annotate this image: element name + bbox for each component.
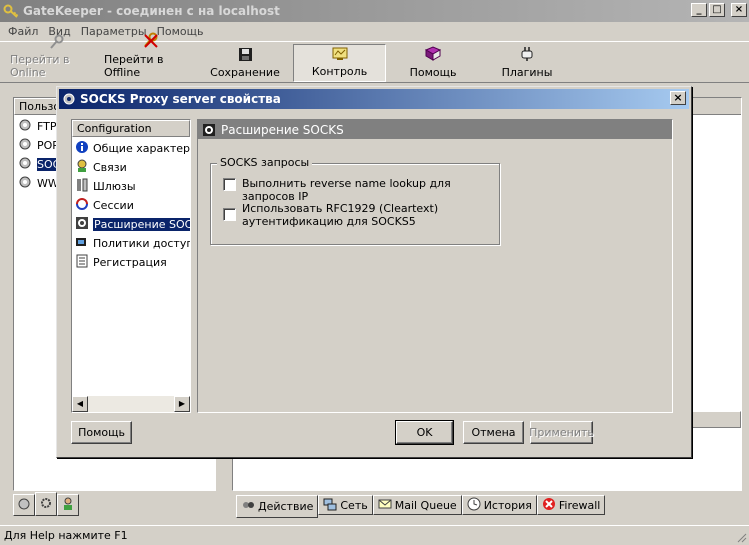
key-icon [48,34,66,50]
scroll-left-icon[interactable]: ◀ [72,396,88,412]
network-icon [323,497,337,514]
goto-offline-label: Перейти в Offline [104,53,164,79]
envelope-icon [378,498,392,513]
window-title: GateKeeper - соединен с на localhost [23,4,280,18]
tab-action[interactable]: Действие [236,495,319,518]
socks-extension-icon [202,123,216,137]
menu-file[interactable]: Файл [3,25,43,38]
tree-horizontal-scrollbar[interactable]: ◀ ▶ [72,396,190,412]
save-label: Сохранение [210,66,280,79]
log-document-icon [75,254,89,271]
socks-icon [62,92,76,106]
info-icon [75,140,89,157]
firewall-stop-icon [542,497,556,514]
plug-icon [518,45,536,63]
servers-tab[interactable] [13,494,35,516]
tab-history[interactable]: История [461,495,537,515]
maximize-button[interactable]: □ [709,3,725,17]
tree-item-sessions[interactable]: Сессии [72,196,190,215]
group-title: SOCKS запросы [217,156,313,169]
socks-properties-dialog: SOCKS Proxy server свойства × Configurat… [56,86,692,458]
checkbox-box[interactable] [223,178,236,191]
floppy-disk-icon [236,45,254,63]
reverse-lookup-label: Выполнить reverse name lookup для запрос… [242,177,451,203]
control-label: Контроль [311,65,368,78]
tree-item-access-policies[interactable]: Политики доступа [72,234,190,253]
sessions-icon [75,197,89,214]
title-bar: GateKeeper - соединен с на localhost _ □… [0,0,749,22]
goto-online-label: Перейти в Online [10,53,70,79]
service-icon [17,174,33,193]
servers-icon [17,497,31,514]
menu-settings[interactable]: Параметры [76,25,152,38]
reverse-lookup-checkbox[interactable]: Выполнить reverse name lookup для запрос… [223,177,499,203]
plugins-button[interactable]: Плагины [484,44,570,82]
resize-grip-icon[interactable] [735,531,747,543]
property-page: Расширение SOCKS SOCKS запросы Выполнить… [197,119,673,413]
page-header: Расширение SOCKS [198,120,672,139]
close-button[interactable]: × [731,3,747,17]
gears-icon [39,496,53,513]
tree-item-socks-extension[interactable]: Расширение SOCKS [72,215,190,234]
service-icon [17,155,33,174]
gateway-icon [75,178,89,195]
tab-firewall[interactable]: Firewall [536,495,606,515]
users-tab[interactable] [57,494,79,516]
access-policy-icon [75,235,89,252]
tab-mail-queue[interactable]: Mail Queue [372,495,462,515]
help-button[interactable]: Помощь [390,44,476,82]
dialog-title: SOCKS Proxy server свойства [80,92,281,106]
socks-extension-icon [75,216,89,233]
left-view-tabs [13,492,79,516]
action-icon [241,498,255,515]
tree-item-gateways[interactable]: Шлюзы [72,177,190,196]
menu-bar: Файл Вид Параметры Помощь [0,22,749,40]
toolbar: Перейти в Online Перейти в Offline Сохра… [0,32,749,83]
status-bar: Для Help нажмите F1 [0,525,749,545]
tree-item-general[interactable]: Общие характери [72,139,190,158]
minimize-button[interactable]: _ [691,3,707,17]
gatekeeper-key-icon [3,3,19,19]
cancel-button[interactable]: Отмена [463,421,524,444]
bottom-tabs: Действие Сеть Mail Queue История Firewal… [236,495,606,518]
ok-button[interactable]: OK [395,420,454,445]
help-book-icon [424,45,442,63]
configuration-header[interactable]: Configuration [72,120,190,137]
checkbox-box[interactable] [223,208,236,221]
service-icon [17,117,33,136]
monitor-icon [331,45,349,62]
save-button[interactable]: Сохранение [204,44,286,82]
help-label: Помощь [409,66,457,79]
clock-icon [467,497,481,514]
socks-requests-group: SOCKS запросы Выполнить reverse name loo… [210,156,500,245]
rfc1929-checkbox[interactable]: Использовать RFC1929 (Cleartext) аутенти… [223,202,438,228]
goto-online-button[interactable]: Перейти в Online [10,34,104,82]
key-cross-icon [142,32,160,50]
rfc1929-label: Использовать RFC1929 (Cleartext) аутенти… [242,202,439,228]
tree-item-connections[interactable]: Связи [72,158,190,177]
menu-help[interactable]: Помощь [152,25,209,38]
goto-offline-button[interactable]: Перейти в Offline [104,32,198,82]
dialog-title-bar: SOCKS Proxy server свойства [59,89,689,109]
connections-icon [75,159,89,176]
apply-button[interactable]: Применить [529,421,594,444]
tab-network[interactable]: Сеть [318,495,373,515]
dialog-close-button[interactable]: × [670,91,686,105]
service-icon [17,136,33,155]
configuration-tree: Configuration Общие характери Связи Шлюз… [71,119,191,413]
plugins-label: Плагины [501,66,553,79]
help-dialog-button[interactable]: Помощь [71,421,132,444]
page-title: Расширение SOCKS [221,122,344,137]
scroll-right-icon[interactable]: ▶ [174,396,190,412]
services-tab[interactable] [35,492,57,516]
user-icon [61,497,75,514]
status-text: Для Help нажмите F1 [4,529,128,542]
control-button[interactable]: Контроль [293,44,386,82]
tree-item-logging[interactable]: Регистрация [72,253,190,272]
